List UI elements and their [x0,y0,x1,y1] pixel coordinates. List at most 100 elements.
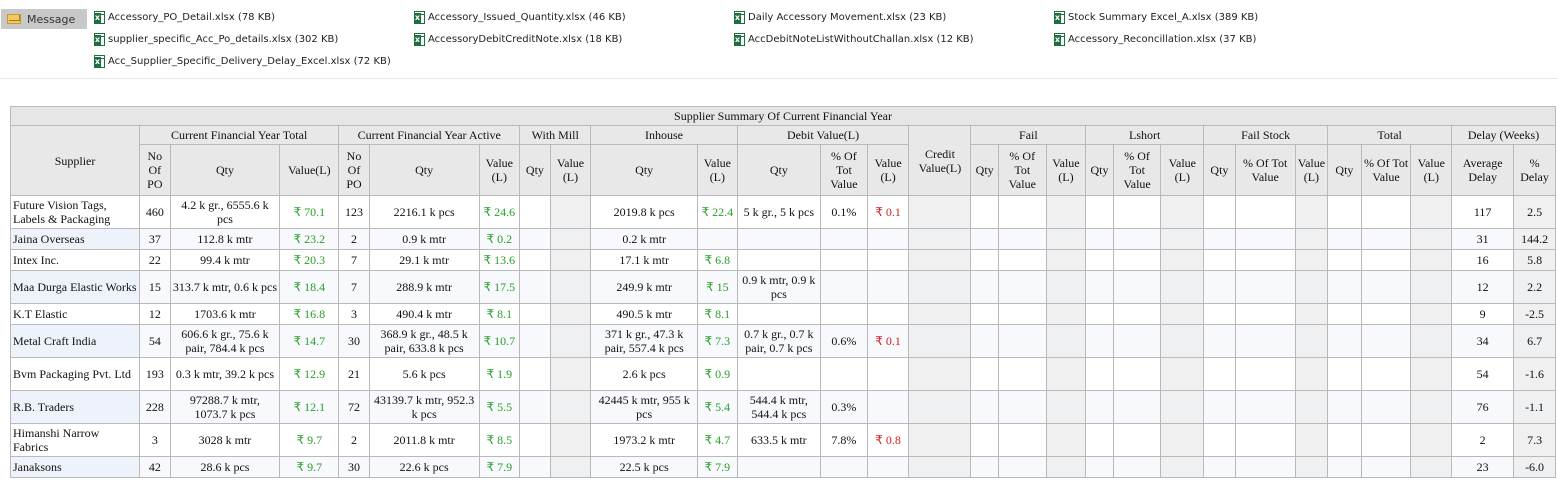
fail-value-cell [1045,270,1087,304]
pct-delay-cell: 6.7 [1513,324,1556,358]
table-row: R.B. Traders 228 97288.7 k mtr, 1073.7 k… [9,390,1556,424]
avg-delay-cell: 34 [1451,324,1515,358]
fail-pct-cell [997,270,1047,304]
fail-pct-cell [997,228,1047,250]
attachment-name: AccessoryDebitCreditNote.xlsx (18 KB) [428,34,623,45]
total2-qty-cell [1327,249,1362,271]
fail-value-cell [1045,303,1087,325]
sub-qty: Qty [169,144,281,196]
total-qty-cell: 112.8 k mtr [169,228,281,250]
supplier-cell: Intex Inc. [9,249,141,271]
attachment-file[interactable]: AccessoryDebitCreditNote.xlsx (18 KB) [414,33,622,46]
total-value-cell: ₹ 23.2 [279,228,340,250]
active-po-cell: 7 [338,270,370,304]
failstock-pct-cell [1234,270,1296,304]
lshort-qty-cell [1085,357,1114,391]
active-value-cell: ₹ 24.6 [478,195,521,229]
sub-value: Value (L) [549,144,592,196]
supplier-cell: Janaksons [9,456,141,478]
active-value-cell: ₹ 8.5 [478,423,521,457]
total-qty-cell: 0.3 k mtr, 39.2 k pcs [169,357,281,391]
attachment-file[interactable]: Accessory_Issued_Quantity.xlsx (46 KB) [414,11,626,24]
failstock-pct-cell [1234,456,1296,478]
attachment-file[interactable]: Daily Accessory Movement.xlsx (23 KB) [734,11,946,24]
inhouse-qty-cell: 371 k gr., 47.3 k pair, 557.4 k pcs [590,324,699,358]
attachment-file[interactable]: Stock Summary Excel_A.xlsx (389 KB) [1054,11,1258,24]
total2-pct-cell [1360,324,1412,358]
lshort-qty-cell [1085,456,1114,478]
failstock-value-cell [1294,195,1329,229]
inhouse-value-cell: ₹ 6.8 [697,249,738,271]
fail-value-cell [1045,195,1087,229]
attachment-name: Accessory_Issued_Quantity.xlsx (46 KB) [428,12,626,23]
col-supplier: Supplier [9,125,141,196]
total2-value-cell [1410,195,1453,229]
inhouse-value-cell: ₹ 7.3 [697,324,738,358]
inhouse-value-cell: ₹ 15 [697,270,738,304]
total2-qty-cell [1327,357,1362,391]
fail-qty-cell [970,423,999,457]
active-qty-cell: 2011.8 k mtr [368,423,480,457]
lshort-value-cell [1160,249,1205,271]
active-po-cell: 7 [338,249,370,271]
fail-value-cell [1045,456,1087,478]
failstock-value-cell [1294,303,1329,325]
with-mill-qty-cell [519,195,551,229]
attachment-file[interactable]: Accessory_PO_Detail.xlsx (78 KB) [94,11,275,24]
failstock-qty-cell [1203,324,1236,358]
debit-qty-cell: 633.5 k mtr [736,423,822,457]
active-qty-cell: 490.4 k mtr [368,303,480,325]
debit-pct-cell: 7.8% [820,423,868,457]
with-mill-qty-cell [519,390,551,424]
message-tab[interactable]: Message [1,9,87,29]
lshort-pct-cell [1112,423,1162,457]
fail-pct-cell [997,195,1047,229]
lshort-value-cell [1160,324,1205,358]
total-value-cell: ₹ 18.4 [279,270,340,304]
sub-pct-tot-value: % Of Tot Value [820,144,868,196]
attachment-file[interactable]: supplier_specific_Acc_Po_details.xlsx (3… [94,33,338,46]
with-mill-value-cell [549,249,592,271]
sub-no-of-po: No Of PO [139,144,171,196]
debit-pct-cell: 0.3% [820,390,868,424]
failstock-value-cell [1294,249,1329,271]
fail-qty-cell [970,456,999,478]
lshort-value-cell [1160,390,1205,424]
pct-delay-cell: 2.5 [1513,195,1556,229]
pct-delay-cell: -1.1 [1513,390,1556,424]
fail-pct-cell [997,324,1047,358]
total2-pct-cell [1360,423,1412,457]
attachment-file[interactable]: Acc_Supplier_Specific_Delivery_Delay_Exc… [94,55,391,68]
pct-delay-cell: 7.3 [1513,423,1556,457]
inhouse-qty-cell: 1973.2 k mtr [590,423,699,457]
active-value-cell: ₹ 5.5 [478,390,521,424]
attachment-file[interactable]: AccDebitNoteListWithoutChallan.xlsx (12 … [734,33,974,46]
total2-pct-cell [1360,270,1412,304]
fail-value-cell [1045,423,1087,457]
grp-lshort: Lshort [1085,125,1205,145]
with-mill-value-cell [549,390,592,424]
total-value-cell: ₹ 9.7 [279,456,340,478]
inhouse-value-cell: ₹ 7.9 [697,456,738,478]
total-value-cell: ₹ 16.8 [279,303,340,325]
attachment-file[interactable]: Accessory_Reconcillation.xlsx (37 KB) [1054,33,1256,46]
lshort-pct-cell [1112,324,1162,358]
sub-qty: Qty [970,144,999,196]
active-po-cell: 3 [338,303,370,325]
sub-value: Value(L) [279,144,340,196]
sub-qty: Qty [590,144,699,196]
pct-delay-cell: 5.8 [1513,249,1556,271]
sub-pct-tot-value: % Of Tot Value [1234,144,1296,196]
fail-value-cell [1045,228,1087,250]
attachment-name: Stock Summary Excel_A.xlsx (389 KB) [1068,12,1259,23]
failstock-pct-cell [1234,303,1296,325]
sub-qty: Qty [1085,144,1114,196]
avg-delay-cell: 9 [1451,303,1515,325]
total-po-cell: 37 [139,228,171,250]
message-tab-label: Message [27,12,76,26]
excel-file-icon [94,55,105,68]
total2-pct-cell [1360,390,1412,424]
pct-delay-cell: 2.2 [1513,270,1556,304]
failstock-pct-cell [1234,249,1296,271]
credit-value-cell [908,249,972,271]
